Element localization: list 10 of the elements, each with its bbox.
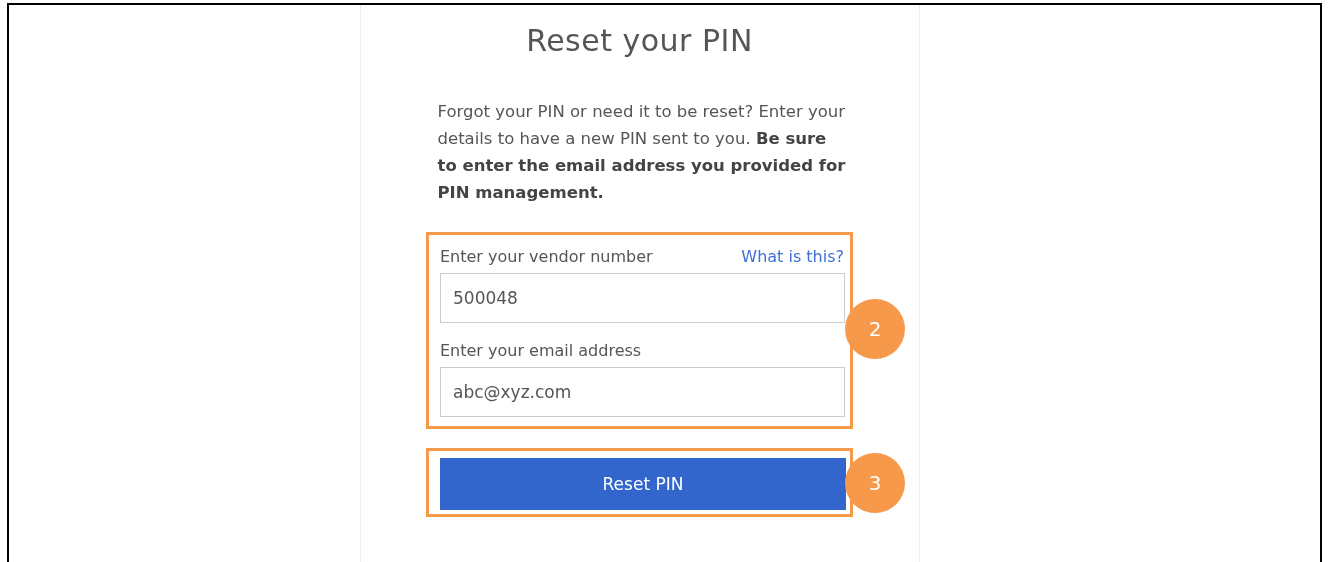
step-badge: 2 bbox=[845, 298, 905, 359]
intro-text: Forgot your PIN or need it to be reset? Enter your details to have a new PIN sent to you. Be sure to enter the email address you provided for PIN management. bbox=[437, 101, 847, 204]
help-link[interactable]: What is this? bbox=[741, 247, 844, 266]
input-field[interactable]: 500048 bbox=[440, 273, 845, 323]
step-badge: 3 bbox=[845, 452, 905, 513]
field-label: Enter your email address bbox=[440, 341, 642, 360]
input-field[interactable]: abc@xyz.com bbox=[440, 367, 845, 417]
page-title: Reset your PIN bbox=[526, 23, 753, 58]
field-label: Enter your vendor number bbox=[440, 247, 653, 266]
reset-button[interactable]: Reset PIN bbox=[440, 458, 846, 510]
